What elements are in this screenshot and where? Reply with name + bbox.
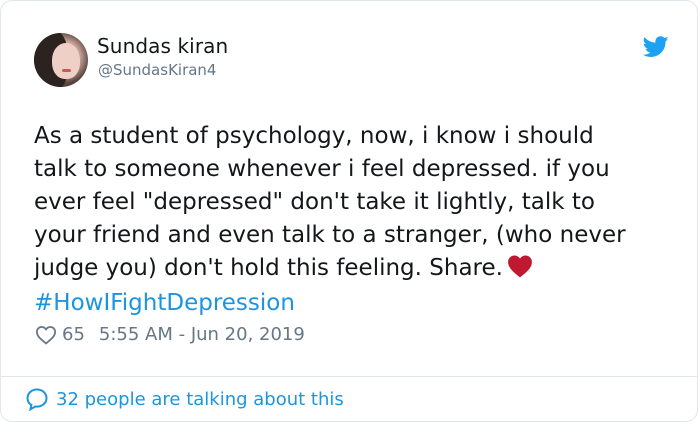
avatar-face — [52, 43, 80, 79]
divider — [1, 376, 697, 377]
avatar-lips — [62, 69, 71, 72]
author-handle[interactable]: @SundasKiran4 — [98, 61, 216, 79]
tweet-card: Sundas kiran @SundasKiran4 As a student … — [0, 0, 698, 422]
tweet-body: As a student of psychology, now, i know … — [34, 123, 626, 281]
heart-outline-icon[interactable] — [35, 325, 57, 345]
author-name[interactable]: Sundas kiran — [97, 34, 228, 58]
tweet-text: As a student of psychology, now, i know … — [34, 120, 674, 285]
like-count[interactable]: 65 — [62, 324, 85, 345]
conversation-link[interactable]: 32 people are talking about this — [25, 387, 344, 411]
twitter-bird-icon[interactable] — [643, 36, 669, 58]
red-heart-emoji — [508, 255, 532, 278]
talking-count-label: 32 people are talking about this — [56, 388, 344, 410]
hashtag-link[interactable]: #HowIFightDepression — [34, 287, 295, 320]
avatar[interactable] — [34, 33, 88, 87]
speech-bubble-icon — [26, 388, 48, 411]
tweet-meta: 65 5:55 AM - Jun 20, 2019 — [35, 324, 305, 345]
tweet-timestamp[interactable]: 5:55 AM - Jun 20, 2019 — [99, 324, 305, 345]
